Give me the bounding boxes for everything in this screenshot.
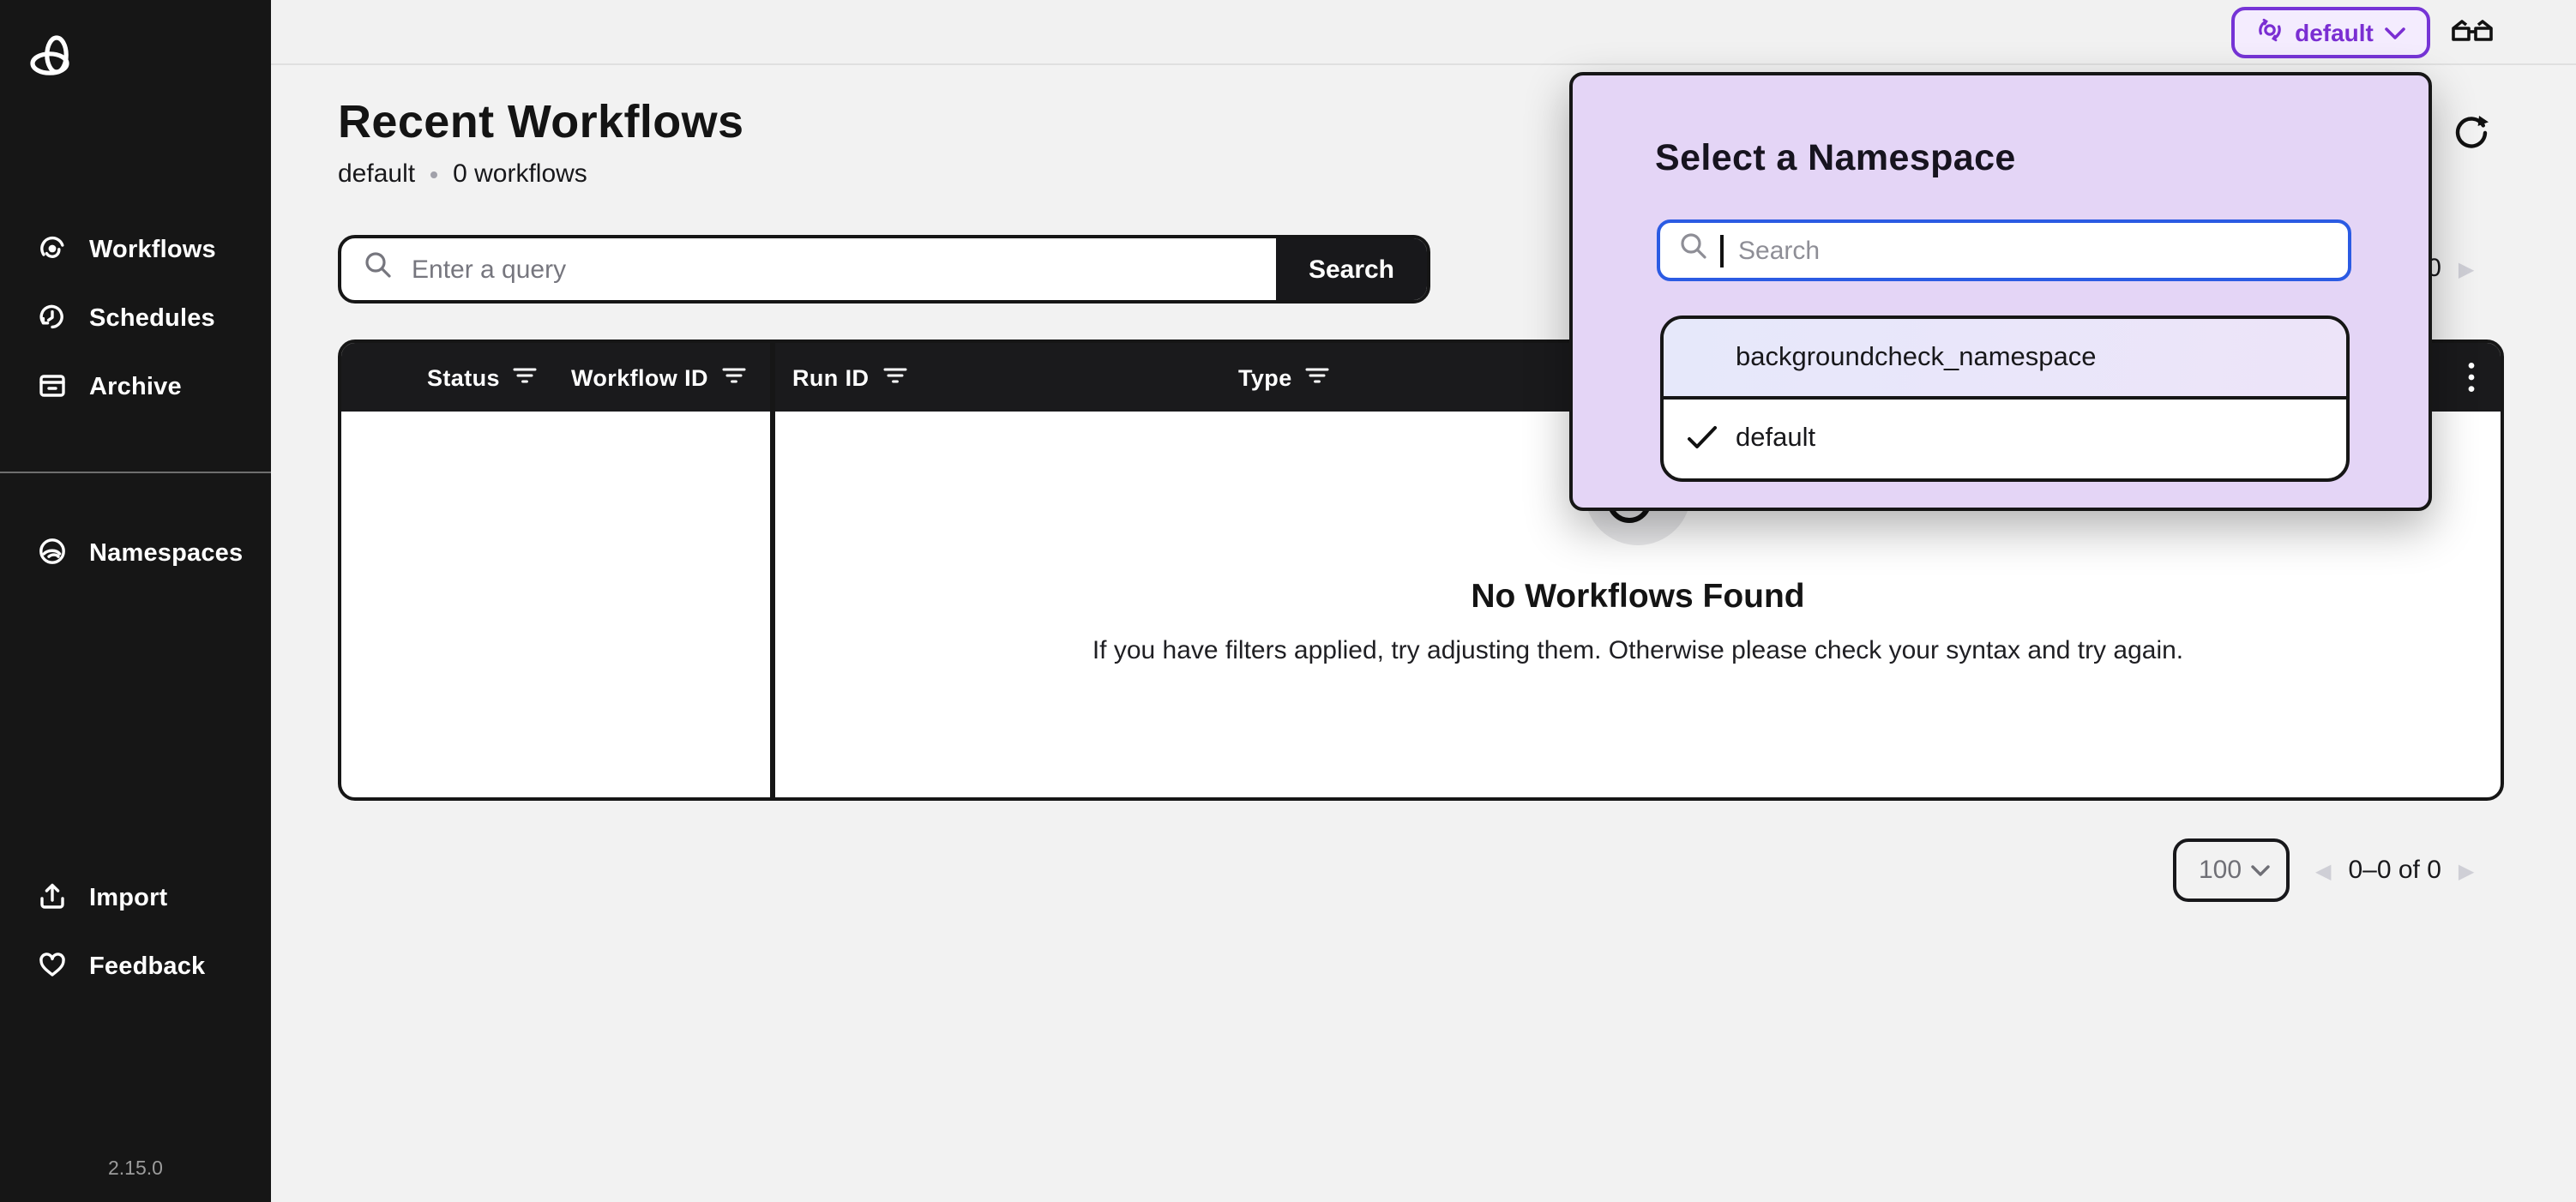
sidebar: Workflows Schedules Archive bbox=[0, 0, 271, 1202]
chevron-down-icon bbox=[2250, 856, 2271, 885]
namespaces-icon bbox=[36, 534, 69, 574]
temporal-logo-icon bbox=[29, 34, 77, 86]
sidebar-item-label: Archive bbox=[89, 374, 182, 401]
next-page-icon[interactable]: ▶ bbox=[2459, 860, 2474, 880]
sidebar-item-label: Schedules bbox=[89, 305, 215, 333]
page-subtitle: default 0 workflows bbox=[338, 159, 587, 189]
search-icon bbox=[1679, 231, 1708, 269]
sidebar-item-import[interactable]: Import bbox=[0, 874, 271, 923]
bottom-pagination: ◀ 0–0 of 0 ▶ bbox=[2315, 856, 2474, 885]
query-input-field[interactable] bbox=[341, 238, 1276, 300]
namespace-switcher-button[interactable]: default bbox=[2231, 7, 2430, 58]
namespace-option-backgroundcheck[interactable]: backgroundcheck_namespace bbox=[1664, 319, 2346, 400]
sidebar-item-archive[interactable]: Archive bbox=[0, 364, 271, 412]
refresh-icon[interactable] bbox=[2451, 110, 2492, 159]
per-page-select[interactable]: 100 bbox=[2173, 838, 2290, 902]
sidebar-item-label: Namespaces bbox=[89, 540, 243, 568]
dot-separator-icon bbox=[430, 171, 437, 177]
app-version: 2.15.0 bbox=[0, 1159, 271, 1180]
namespace-option-label: backgroundcheck_namespace bbox=[1736, 342, 2097, 373]
empty-state-message: If you have filters applied, try adjusti… bbox=[1092, 636, 2183, 665]
namespace-list: backgroundcheck_namespace default bbox=[1660, 316, 2350, 482]
namespace-switcher-label: default bbox=[2295, 19, 2374, 46]
search-button[interactable]: Search bbox=[1276, 238, 1427, 300]
search-icon bbox=[364, 250, 393, 288]
sidebar-item-label: Import bbox=[89, 885, 167, 912]
column-header-run-id[interactable]: Run ID bbox=[792, 343, 906, 412]
prev-page-icon[interactable]: ◀ bbox=[2315, 860, 2331, 880]
table-options-kebab-icon[interactable] bbox=[2468, 343, 2475, 412]
chevron-down-icon bbox=[2384, 19, 2406, 46]
filter-icon[interactable] bbox=[722, 364, 746, 390]
column-header-workflow-id[interactable]: Workflow ID bbox=[571, 343, 746, 412]
sidebar-item-label: Workflows bbox=[89, 237, 216, 264]
column-header-type[interactable]: Type bbox=[1238, 343, 1330, 412]
column-header-status[interactable]: Status bbox=[427, 343, 538, 412]
query-input[interactable] bbox=[408, 253, 1276, 285]
namespace-search-input[interactable] bbox=[1735, 234, 2348, 267]
checkmark-icon bbox=[1686, 424, 1718, 460]
import-icon bbox=[36, 879, 69, 918]
sidebar-item-namespaces[interactable]: Namespaces bbox=[0, 530, 271, 578]
modal-title: Select a Namespace bbox=[1655, 137, 2016, 180]
namespace-search-field[interactable] bbox=[1657, 219, 2351, 281]
query-search-bar: Search bbox=[338, 235, 1430, 304]
select-namespace-modal: Select a Namespace backgroundcheck_names… bbox=[1569, 72, 2432, 511]
sidebar-item-workflows[interactable]: Workflows bbox=[0, 226, 271, 274]
text-cursor bbox=[1720, 234, 1723, 267]
temporal-web-ui: Workflows Schedules Archive bbox=[0, 0, 2576, 1202]
feedback-icon bbox=[36, 947, 69, 987]
namespace-switcher-icon bbox=[2255, 15, 2284, 50]
schedules-icon bbox=[36, 299, 69, 339]
namespace-option-default[interactable]: default bbox=[1664, 400, 2346, 478]
page-range: 0–0 of 0 bbox=[2348, 856, 2441, 885]
workflows-icon bbox=[36, 231, 69, 270]
archive-icon bbox=[36, 368, 69, 407]
filter-icon[interactable] bbox=[1306, 364, 1330, 390]
current-namespace: default bbox=[338, 159, 415, 189]
filter-icon[interactable] bbox=[514, 364, 538, 390]
namespace-option-label: default bbox=[1736, 424, 1815, 454]
empty-state-title: No Workflows Found bbox=[1471, 578, 1804, 617]
top-bar bbox=[271, 0, 2576, 65]
labs-glasses-icon[interactable] bbox=[2451, 15, 2494, 55]
sidebar-divider bbox=[0, 472, 271, 473]
sidebar-item-feedback[interactable]: Feedback bbox=[0, 943, 271, 991]
filter-icon[interactable] bbox=[882, 364, 906, 390]
per-page-value: 100 bbox=[2199, 856, 2242, 885]
sidebar-item-schedules[interactable]: Schedules bbox=[0, 295, 271, 343]
sidebar-item-label: Feedback bbox=[89, 953, 205, 981]
page-title: Recent Workflows bbox=[338, 96, 744, 149]
next-page-icon[interactable]: ▶ bbox=[2459, 258, 2474, 279]
workflow-count: 0 workflows bbox=[453, 159, 587, 189]
